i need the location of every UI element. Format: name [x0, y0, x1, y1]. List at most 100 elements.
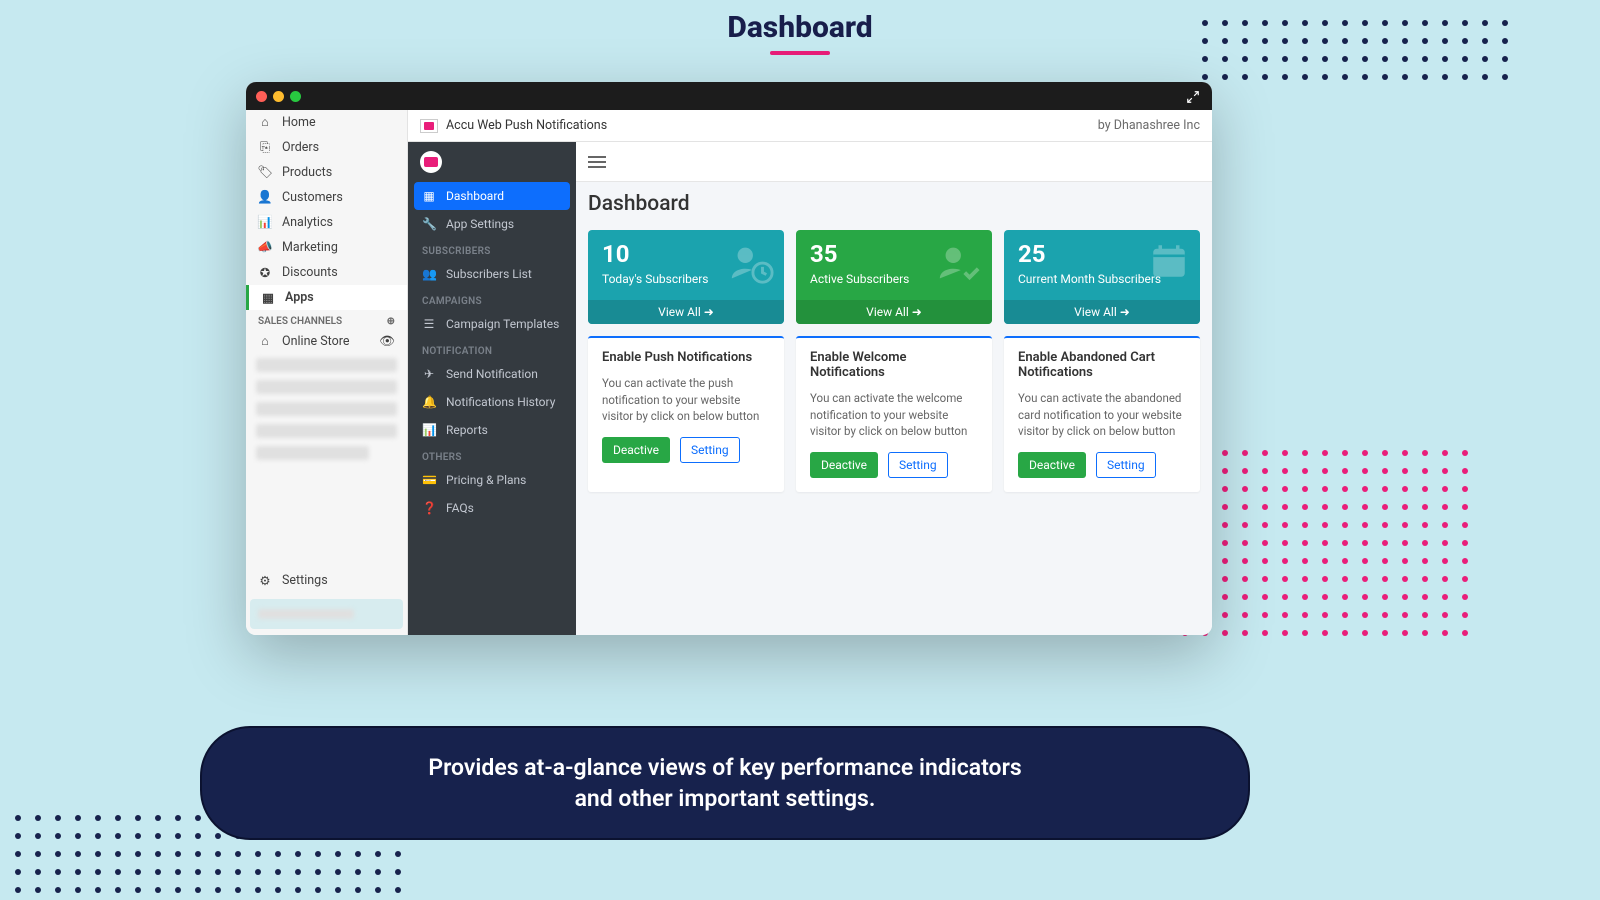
menu-icon[interactable] [588, 161, 606, 163]
nav-section-others: OTHERS [408, 444, 576, 466]
nav-dashboard[interactable]: ▦ Dashboard [414, 182, 570, 210]
app-window: ⌂Home ⎘Orders 🏷 Products 👤 Customers 📊 Anal… [246, 82, 1212, 635]
app-logo-icon [420, 119, 438, 133]
nav-label: Dashboard [446, 189, 504, 203]
view-all-link[interactable]: View All ➜ [796, 300, 992, 324]
sidebar-item-products[interactable]: 🏷 Products [246, 160, 407, 185]
wrench-icon: 🔧 [422, 217, 436, 231]
calendar-icon [1148, 240, 1190, 282]
arrow-right-icon: ➜ [912, 305, 922, 319]
deactive-button[interactable]: Deactive [1018, 452, 1086, 478]
stat-month-subscribers: 25 Current Month Subscribers View All ➜ [1004, 230, 1200, 324]
nav-label: Subscribers List [446, 267, 532, 281]
sidebar-label: Analytics [282, 215, 333, 230]
user-icon: 👤 [258, 191, 272, 205]
megaphone-icon: 📣 [258, 241, 272, 255]
sidebar-item-customers[interactable]: 👤 Customers [246, 185, 407, 210]
user-check-icon [936, 240, 982, 286]
card-title: Enable Abandoned Cart Notifications [1018, 350, 1186, 380]
store-icon: ⌂ [258, 335, 272, 349]
nav-faqs[interactable]: ❓FAQs [408, 494, 576, 522]
setting-button[interactable]: Setting [1096, 452, 1156, 478]
chart-icon: 📊 [258, 216, 272, 230]
sidebar-label: Marketing [282, 240, 338, 255]
nav-section-campaigns: CAMPAIGNS [408, 288, 576, 310]
sidebar-item-orders[interactable]: ⎘Orders [246, 135, 407, 160]
caption-line: Provides at-a-glance views of key perfor… [242, 752, 1208, 783]
stat-active-subscribers: 35 Active Subscribers View All ➜ [796, 230, 992, 324]
close-icon[interactable] [256, 91, 267, 102]
setting-button[interactable]: Setting [680, 437, 740, 463]
card-push-notifications: Enable Push Notifications You can activa… [588, 336, 784, 492]
card-body: You can activate the welcome notificatio… [810, 390, 978, 440]
sidebar-item-marketing[interactable]: 📣 Marketing [246, 235, 407, 260]
sidebar-label: Apps [285, 290, 314, 305]
sidebar-label: Products [282, 165, 332, 180]
sidebar-item-apps[interactable]: ▦Apps [246, 285, 407, 310]
nav-label: Send Notification [446, 367, 538, 381]
card-row: Enable Push Notifications You can activa… [588, 336, 1200, 492]
card-body: You can activate the abandoned card noti… [1018, 390, 1186, 440]
add-channel-icon[interactable]: ⊕ [387, 316, 395, 327]
app-nav: ▦ Dashboard 🔧 App Settings SUBSCRIBERS 👥 Su… [408, 142, 576, 635]
titlebar [246, 82, 1212, 110]
caption-line: and other important settings. [242, 783, 1208, 814]
sidebar-highlight [250, 599, 403, 629]
tag-icon: 🏷 [258, 166, 272, 180]
shopify-sidebar: ⌂Home ⎘Orders 🏷 Products 👤 Customers 📊 Anal… [246, 110, 408, 635]
app-title: Accu Web Push Notifications [446, 118, 607, 133]
blurred-item [256, 358, 397, 372]
nav-section-subscribers: SUBSCRIBERS [408, 238, 576, 260]
stat-todays-subscribers: 10 Today's Subscribers View All ➜ [588, 230, 784, 324]
card-abandoned-cart: Enable Abandoned Cart Notifications You … [1004, 336, 1200, 492]
nav-label: Pricing & Plans [446, 473, 526, 487]
decor-dots-right [1182, 450, 1470, 636]
nav-subscribers-list[interactable]: 👥 Subscribers List [408, 260, 576, 288]
deactive-button[interactable]: Deactive [810, 452, 878, 478]
nav-section-notification: NOTIFICATION [408, 338, 576, 360]
sidebar-item-online-store[interactable]: ⌂ Online Store 👁 [246, 329, 407, 354]
blurred-item [256, 380, 397, 394]
nav-label: App Settings [446, 217, 514, 231]
nav-reports[interactable]: 📊Reports [408, 416, 576, 444]
app-topbar [576, 142, 1212, 182]
grid-icon: ▦ [422, 189, 436, 203]
sidebar-item-discounts[interactable]: ✪Discounts [246, 260, 407, 285]
card-icon: 💳 [422, 473, 436, 487]
view-all-link[interactable]: View All ➜ [588, 300, 784, 324]
caption-bar: Provides at-a-glance views of key perfor… [200, 726, 1250, 840]
nav-send-notification[interactable]: ✈Send Notification [408, 360, 576, 388]
sidebar-label: Customers [282, 190, 343, 205]
app-main: Dashboard 10 Today's Subscribers View Al… [576, 142, 1212, 635]
app-nav-logo [408, 142, 576, 182]
minimize-icon[interactable] [273, 91, 284, 102]
deactive-button[interactable]: Deactive [602, 437, 670, 463]
nav-pricing[interactable]: 💳 Pricing & Plans [408, 466, 576, 494]
expand-icon[interactable] [1186, 90, 1200, 104]
arrow-right-icon: ➜ [704, 305, 714, 319]
setting-button[interactable]: Setting [888, 452, 948, 478]
sidebar-item-analytics[interactable]: 📊 Analytics [246, 210, 407, 235]
title-underline [770, 51, 830, 55]
blurred-item [256, 424, 397, 438]
sidebar-item-home[interactable]: ⌂Home [246, 110, 407, 135]
arrow-right-icon: ➜ [1120, 305, 1130, 319]
nav-app-settings[interactable]: 🔧 App Settings [408, 210, 576, 238]
eye-icon[interactable]: 👁 [379, 334, 395, 349]
window-controls[interactable] [256, 91, 301, 102]
nav-notifications-history[interactable]: 🔔Notifications History [408, 388, 576, 416]
blurred-item [256, 446, 369, 460]
card-title: Enable Push Notifications [602, 350, 770, 365]
sidebar-label: Online Store [282, 334, 349, 349]
view-all-link[interactable]: View All ➜ [1004, 300, 1200, 324]
list-icon: ☰ [422, 317, 436, 331]
nav-label: Notifications History [446, 395, 555, 409]
users-icon: 👥 [422, 267, 436, 281]
nav-label: FAQs [446, 501, 474, 515]
orders-icon: ⎘ [258, 141, 272, 155]
nav-campaign-templates[interactable]: ☰Campaign Templates [408, 310, 576, 338]
sidebar-label: Settings [282, 573, 328, 588]
zoom-icon[interactable] [290, 91, 301, 102]
stat-row: 10 Today's Subscribers View All ➜ 35 Act… [588, 230, 1200, 324]
sidebar-item-settings[interactable]: ⚙Settings [246, 568, 407, 593]
